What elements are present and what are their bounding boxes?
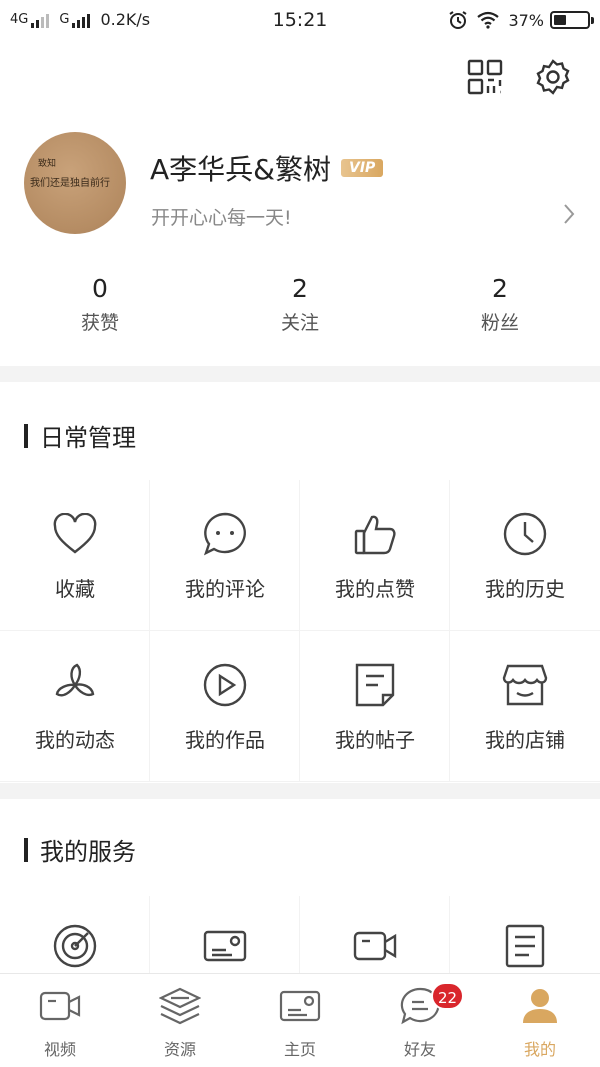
motto: 开开心心每一天! <box>151 207 292 229</box>
service-item-video[interactable] <box>300 896 450 976</box>
person-icon <box>518 986 562 1026</box>
grid-item-label: 我的店铺 <box>485 728 565 752</box>
heart-icon <box>51 510 99 558</box>
stat-followers[interactable]: 2 粉丝 <box>400 272 600 342</box>
battery-level <box>554 15 566 25</box>
section-title-text: 我的服务 <box>40 838 136 866</box>
service-item-card[interactable] <box>150 896 300 976</box>
grid-item-label: 收藏 <box>55 577 95 601</box>
grid-item-label: 我的作品 <box>185 728 265 752</box>
service-item-document[interactable] <box>450 896 600 976</box>
section-title-text: 日常管理 <box>40 424 136 452</box>
play-circle-icon <box>201 661 249 709</box>
battery-percent: 37% <box>508 10 544 30</box>
stat-label: 粉丝 <box>480 312 519 334</box>
qr-code-icon[interactable] <box>466 58 504 96</box>
gear-icon[interactable] <box>534 58 572 96</box>
tab-label: 好友 <box>403 1040 436 1059</box>
section-title-services: 我的服务 <box>24 832 136 867</box>
document-icon <box>501 922 549 970</box>
profile-header[interactable]: 致知 我们还是独自前行 A李华兵&繁树 VIP 开开心心每一天! <box>0 130 600 240</box>
service-item-radar[interactable] <box>0 896 150 976</box>
stats-row: 0 获赞 2 关注 2 粉丝 <box>0 272 600 342</box>
username: A李华兵&繁树 <box>150 153 331 186</box>
chevron-right-icon <box>564 204 575 224</box>
section-marker <box>24 837 28 862</box>
section-marker <box>24 423 28 448</box>
top-actions <box>436 58 572 96</box>
grid-item-label: 我的帖子 <box>335 728 415 752</box>
card-icon <box>201 922 249 970</box>
stat-likes[interactable]: 0 获赞 <box>0 272 200 342</box>
grid-item-activity[interactable]: 我的动态 <box>0 631 150 782</box>
status-bar: 4G G 0.2K/s 15:21 37% <box>0 0 600 42</box>
services-grid <box>0 896 600 976</box>
video-camera-icon <box>38 986 82 1026</box>
grid-item-posts[interactable]: 我的帖子 <box>300 631 450 782</box>
tab-friends[interactable]: 22 好友 <box>360 974 480 1067</box>
status-right: 37% <box>448 10 594 30</box>
grid-item-history[interactable]: 我的历史 <box>450 480 600 631</box>
grid-item-comments[interactable]: 我的评论 <box>150 480 300 631</box>
vip-badge: VIP <box>341 159 384 177</box>
unread-badge: 22 <box>431 982 465 1010</box>
stat-value: 2 <box>492 274 508 303</box>
wifi-icon <box>477 11 500 29</box>
section-title-daily: 日常管理 <box>24 418 136 453</box>
tab-mine[interactable]: 我的 <box>480 974 600 1067</box>
comment-icon <box>201 510 249 558</box>
tab-video[interactable]: 视频 <box>0 974 120 1067</box>
grid-item-works[interactable]: 我的作品 <box>150 631 300 782</box>
thumbs-up-icon <box>351 510 399 558</box>
grid-item-store[interactable]: 我的店铺 <box>450 631 600 782</box>
grid-item-label: 我的历史 <box>485 577 565 601</box>
video-camera-icon <box>351 922 399 970</box>
avatar-text-1: 致知 <box>38 159 57 169</box>
grid-item-favorites[interactable]: 收藏 <box>0 480 150 631</box>
note-icon <box>351 661 399 709</box>
store-icon <box>501 661 549 709</box>
pinwheel-icon <box>51 661 99 709</box>
daily-grid: 收藏 我的评论 我的点赞 我的历史 我的动态 我的作品 我的帖子 我的店铺 <box>0 480 600 782</box>
radar-icon <box>51 922 99 970</box>
card-icon <box>278 986 322 1026</box>
clock-icon <box>501 510 549 558</box>
avatar-text-2: 我们还是独自前行 <box>30 178 110 189</box>
grid-item-label: 我的点赞 <box>335 577 415 601</box>
tab-home[interactable]: 主页 <box>240 974 360 1067</box>
stat-value: 0 <box>92 274 108 303</box>
tab-label: 主页 <box>283 1040 316 1059</box>
tab-resources[interactable]: 资源 <box>120 974 240 1067</box>
tab-label: 我的 <box>523 1040 556 1059</box>
tab-label: 视频 <box>43 1040 76 1059</box>
section-divider <box>0 783 600 799</box>
tab-label: 资源 <box>163 1040 196 1059</box>
grid-item-label: 我的评论 <box>185 577 265 601</box>
stat-label: 获赞 <box>80 312 119 334</box>
username-row: A李华兵&繁树 VIP <box>150 148 384 188</box>
grid-item-label: 我的动态 <box>35 728 115 752</box>
stat-label: 关注 <box>280 312 319 334</box>
layers-icon <box>158 986 202 1026</box>
avatar[interactable]: 致知 我们还是独自前行 <box>24 132 126 234</box>
stat-value: 2 <box>292 274 308 303</box>
bottom-tab-bar: 视频 资源 主页 22 好友 我的 <box>0 973 600 1067</box>
stat-following[interactable]: 2 关注 <box>200 272 400 342</box>
section-divider <box>0 366 600 382</box>
battery-icon <box>550 11 594 29</box>
grid-item-likes[interactable]: 我的点赞 <box>300 480 450 631</box>
alarm-icon <box>449 11 467 29</box>
profile-screen: 4G G 0.2K/s 15:21 37% 致知 我们还是独自前行 A李华兵&繁… <box>0 0 600 1067</box>
